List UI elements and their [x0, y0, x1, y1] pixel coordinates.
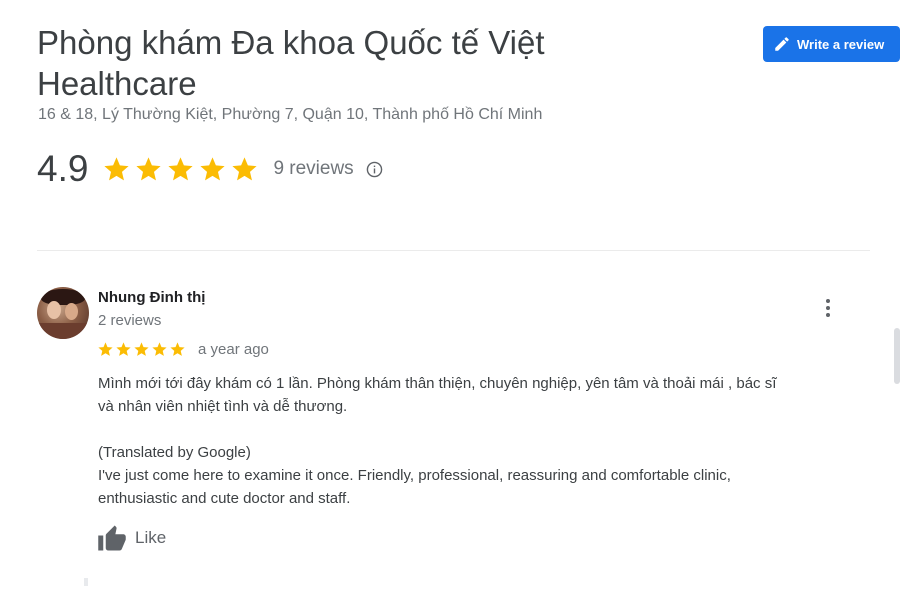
review-rating-row: a year ago: [97, 341, 269, 358]
like-label: Like: [135, 528, 167, 547]
star-icon: [104, 156, 130, 180]
place-title: Phòng khám Đa khoa Quốc tế Việt Healthca…: [37, 24, 545, 102]
review-stars: [97, 341, 186, 358]
pencil-icon: [775, 37, 789, 51]
star-icon: [134, 342, 149, 356]
review-original-line: Mình mới tới đây khám có 1 lần. Phòng kh…: [98, 375, 777, 392]
star-icon: [168, 156, 194, 180]
info-icon[interactable]: [366, 161, 383, 178]
star-icon: [200, 156, 226, 180]
star-icon: [98, 342, 113, 356]
rating-value: 4.9: [37, 148, 89, 189]
reviews-panel: Phòng khám Đa khoa Quốc tế Việt Healthca…: [0, 0, 900, 600]
star-icon: [116, 342, 131, 356]
write-review-button[interactable]: Write a review: [763, 26, 900, 62]
scrollbar-thumb[interactable]: [894, 328, 900, 384]
review-count: 9 reviews: [273, 158, 354, 179]
star-icon: [136, 156, 162, 180]
review-original-line: và nhân viên nhiệt tình và dễ thương.: [98, 398, 348, 415]
reviewer-name[interactable]: Nhung Đinh thị: [98, 289, 205, 306]
rating-summary: 4.9 9 reviews: [37, 148, 383, 190]
avatar[interactable]: [37, 287, 89, 339]
place-address: 16 & 18, Lý Thường Kiệt, Phường 7, Quận …: [38, 106, 543, 123]
star-icon: [152, 342, 167, 356]
like-button[interactable]: Like: [97, 524, 166, 552]
section-divider: [37, 250, 870, 251]
star-icon: [170, 342, 185, 356]
review-translated-line: enthusiastic and cute doctor and staff.: [98, 490, 351, 507]
next-review-edge: [84, 578, 88, 586]
review-time: a year ago: [198, 341, 269, 358]
review-translated-line: I've just come here to examine it once. …: [98, 467, 731, 484]
reviewer-review-count: 2 reviews: [98, 312, 162, 329]
thumbs-up-icon: [98, 525, 126, 551]
more-options-icon[interactable]: [818, 296, 838, 320]
write-review-label: Write a review: [797, 36, 885, 52]
rating-stars: [102, 155, 259, 184]
translated-label: (Translated by Google): [98, 444, 251, 461]
star-icon: [232, 156, 258, 180]
review-body: Mình mới tới đây khám có 1 lần. Phòng kh…: [98, 372, 868, 510]
